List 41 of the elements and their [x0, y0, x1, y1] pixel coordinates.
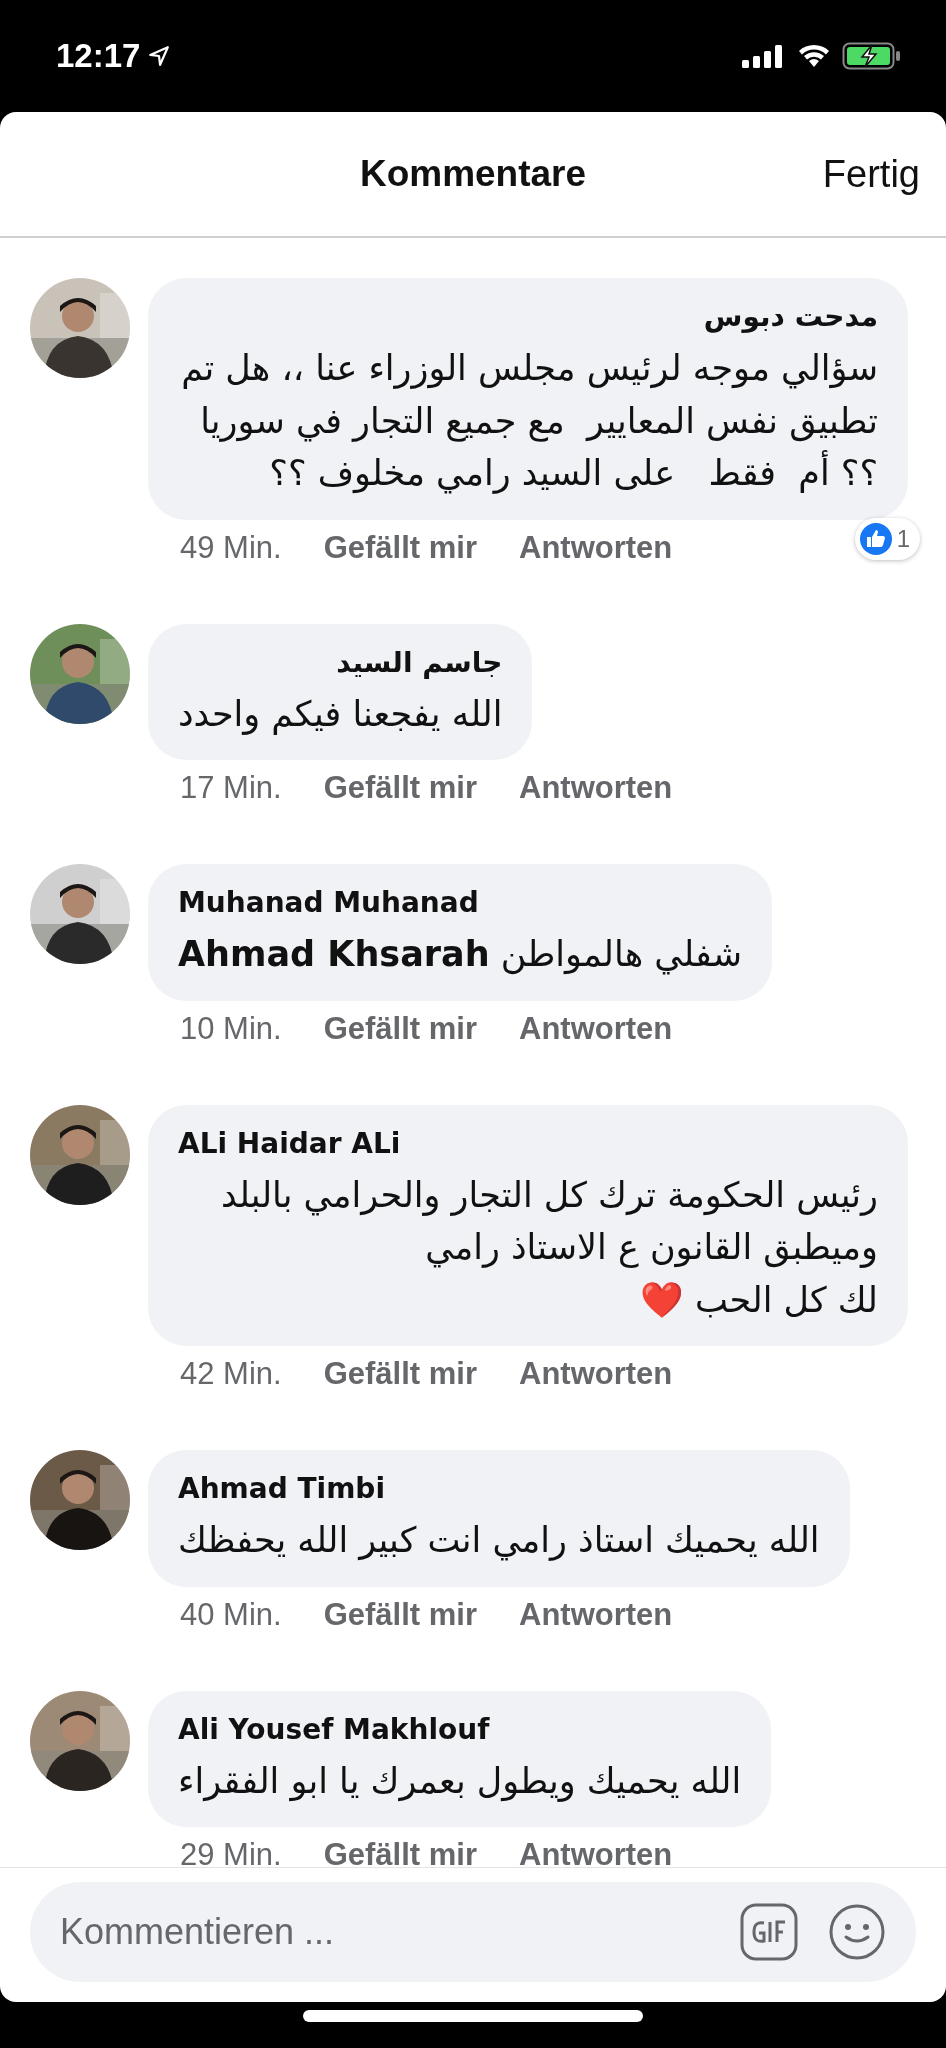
comment-time: 10 Min.	[180, 1010, 282, 1047]
done-button[interactable]: Fertig	[822, 152, 920, 196]
wifi-icon	[798, 44, 830, 68]
comment-author: Ali Yousef Makhlouf	[178, 1711, 491, 1748]
comment-author: مدحت دبوس	[702, 299, 878, 335]
comment-text: الله يفجعنا فيكم واحدد	[178, 692, 503, 737]
comment-text: الله يحميك ويطول بعمرك يا ابو الفقراء	[178, 1759, 742, 1804]
comment-time: 17 Min.	[180, 770, 282, 806]
comment-time: 40 Min.	[180, 1596, 282, 1633]
like-link[interactable]: Gefällt mir	[323, 1596, 477, 1633]
reply-link[interactable]: Antworten	[519, 1356, 673, 1392]
comment-time: 42 Min.	[180, 1356, 282, 1392]
reply-link[interactable]: Antworten	[519, 1596, 673, 1633]
like-link[interactable]: Gefällt mir	[323, 1010, 477, 1047]
reply-link[interactable]: Antworten	[519, 1837, 673, 1867]
location-arrow-icon	[148, 45, 171, 67]
comment-time: 49 Min.	[180, 529, 282, 566]
like-link[interactable]: Gefällt mir	[323, 1356, 477, 1392]
header-title: Kommentare	[359, 153, 587, 195]
reaction-count: 1	[896, 524, 910, 553]
reply-link[interactable]: Antworten	[519, 529, 673, 566]
gif-icon[interactable]	[740, 1903, 798, 1961]
comment-input-field[interactable]: Kommentieren ...	[30, 1882, 916, 1982]
like-link[interactable]: Gefällt mir	[323, 770, 477, 806]
comment-text: سؤالي موجه لرئيس مجلس الوزراء عنا ،، هل تم تطبيق نفس المعايير مع جميع التجار في سوريا ؟؟ أم فقط على السيد رامي مخلوف ؟؟	[180, 347, 878, 496]
reaction-badge[interactable]: 1	[854, 517, 920, 560]
comment-text: رئيس الحكومة ترك كل التجار والحرامي بالبلد وميطبق القانون ع الاستاذ رامي لك كل الحب ❤	[219, 1173, 878, 1322]
comment-author: Ahmad Timbi	[178, 1471, 386, 1507]
comment-author: ALi Haidar ALi	[178, 1125, 402, 1162]
battery-charging-icon	[842, 42, 902, 70]
comment-time: 29 Min.	[180, 1837, 282, 1867]
reply-link[interactable]: Antworten	[519, 1010, 673, 1047]
comment-text: الله يحميك استاذ رامي انت كبير الله يحفظك	[178, 1519, 820, 1563]
like-link[interactable]: Gefällt mir	[323, 1837, 477, 1867]
comment-author: Muhanad Muhanad	[178, 885, 480, 921]
thumbs-up-icon	[858, 521, 893, 556]
comment-author: جاسم السيد	[335, 644, 503, 681]
smiley-icon[interactable]	[828, 1903, 886, 1961]
like-link[interactable]: Gefällt mir	[323, 529, 477, 566]
reply-link[interactable]: Antworten	[519, 770, 673, 806]
status-time: 12:17	[56, 37, 141, 75]
